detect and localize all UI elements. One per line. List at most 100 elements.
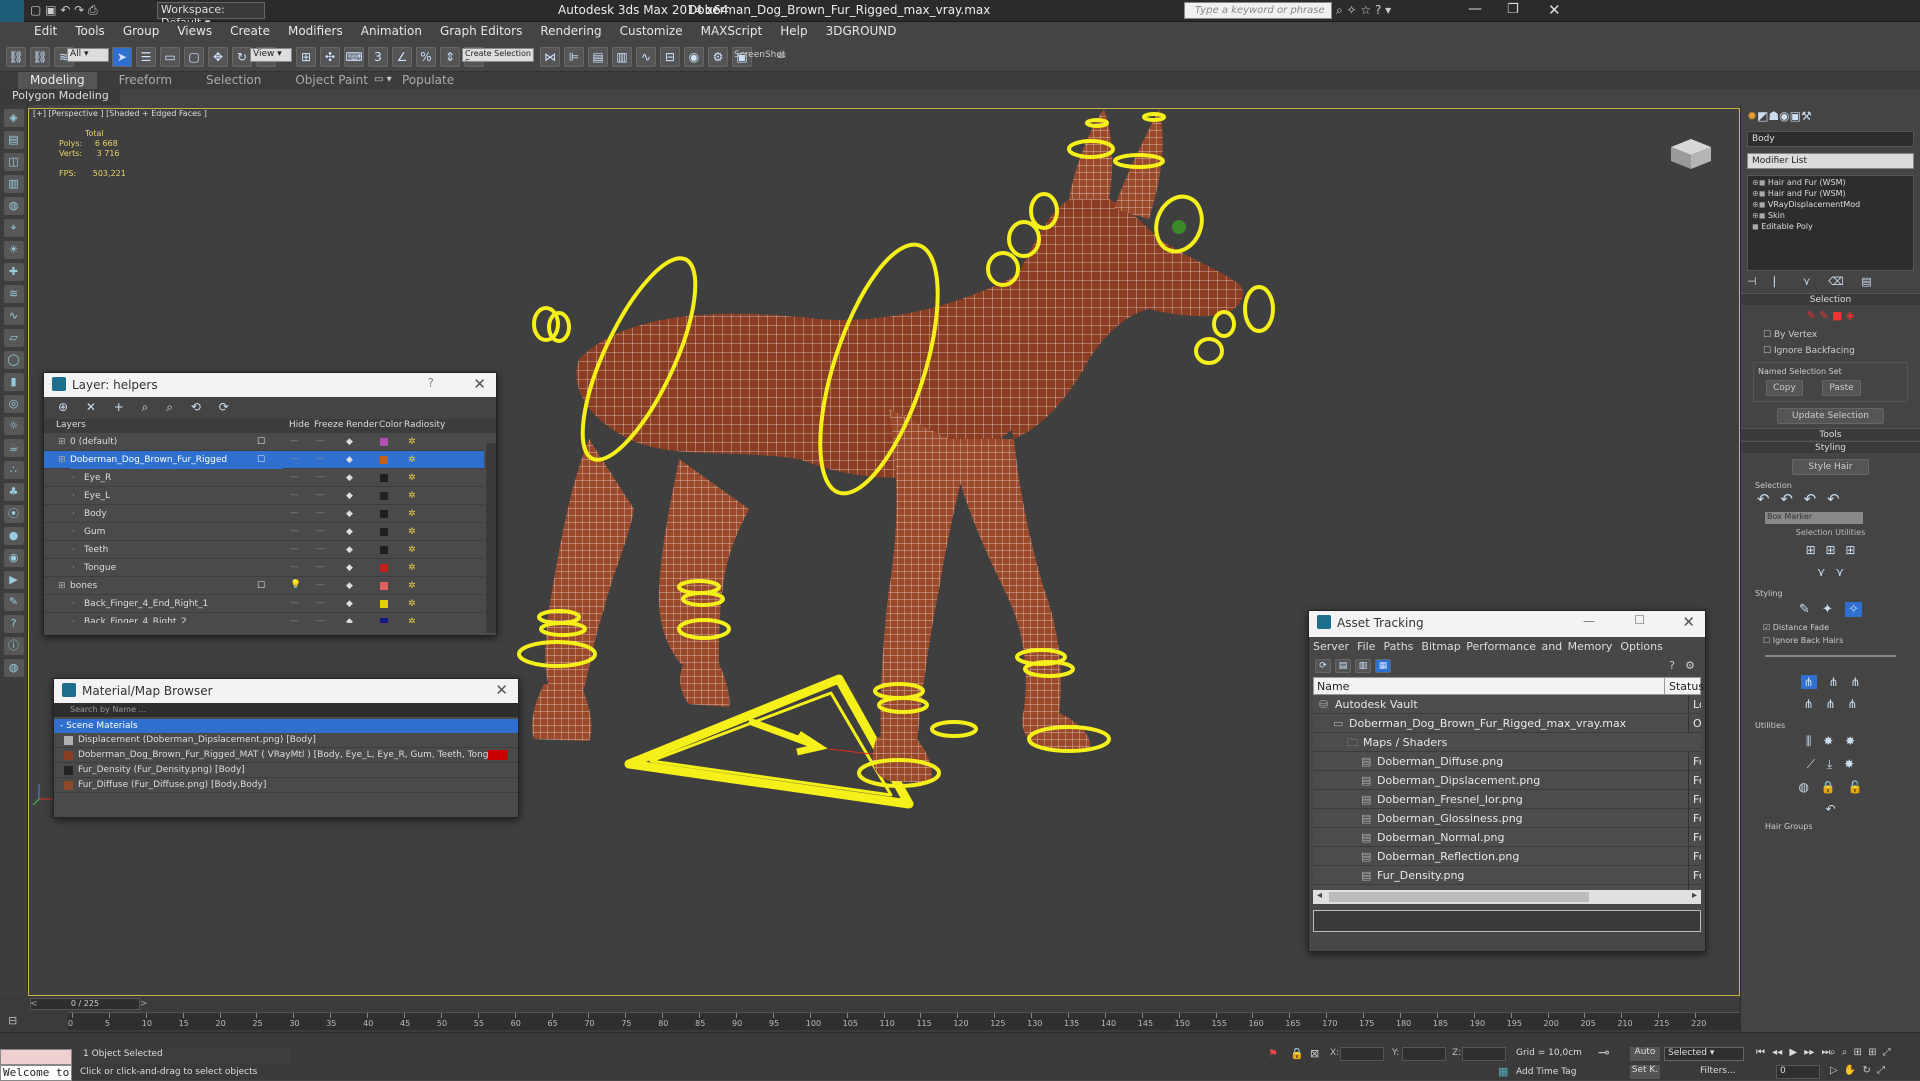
layer-name[interactable]: Eye_L xyxy=(84,487,110,505)
material-item[interactable]: Doberman_Dog_Brown_Fur_Rigged_MAT ( VRay… xyxy=(54,748,518,763)
rotate-icon[interactable]: ↻ xyxy=(232,47,252,67)
hide-toggle-icon[interactable]: — xyxy=(290,612,299,623)
table-view-icon[interactable]: ▦ xyxy=(1375,659,1391,673)
col-color[interactable]: Color xyxy=(379,420,403,430)
box-marker-dropdown[interactable]: Box Marker xyxy=(1765,512,1863,524)
scroll-thumb[interactable] xyxy=(1329,892,1589,902)
layer-manager-window[interactable]: Layer: helpers? ✕ ⊕ ✕ + ⌕ ⌕ ⟲ ⟳ Layers Hi… xyxy=(43,372,497,636)
layer-name[interactable]: Body xyxy=(84,505,107,523)
helper-icon[interactable]: ✚ xyxy=(3,263,24,281)
spinner-snap-icon[interactable]: ⇕ xyxy=(440,47,460,67)
utility-icons-row3[interactable]: ◍ 🔒 🔓 xyxy=(1741,780,1920,794)
asset-row[interactable]: ▤ Doberman_Dipslacement.png Found xyxy=(1313,771,1701,790)
layer-color-swatch[interactable] xyxy=(380,546,388,554)
material-item[interactable]: Fur_Density (Fur_Density.png) [Body] xyxy=(54,763,518,778)
ribbon-tab-object-paint[interactable]: Object Paint xyxy=(283,72,380,89)
pin-stack-icon[interactable]: ⊣ xyxy=(1747,275,1757,288)
create-layer-icon[interactable]: ⊕ xyxy=(58,400,68,414)
styling-rollout-header[interactable]: Styling xyxy=(1741,441,1920,453)
set-key-button[interactable]: Set K. xyxy=(1630,1065,1660,1079)
asset-hscrollbar[interactable]: ◂ ▸ xyxy=(1313,890,1701,904)
globe-icon[interactable]: ◍ xyxy=(3,659,24,677)
copy-button[interactable]: Copy xyxy=(1766,380,1803,396)
modifier-toggle-icon[interactable]: ⊕◼ xyxy=(1752,200,1768,209)
asset-close-icon[interactable]: ✕ xyxy=(1682,613,1695,631)
z-coord-input[interactable] xyxy=(1462,1047,1506,1061)
geometry-icon[interactable]: ▱ xyxy=(3,329,24,347)
hide-toggle-icon[interactable]: — xyxy=(290,433,299,450)
radiosity-icon[interactable]: ✲ xyxy=(408,433,416,451)
teapot-icon[interactable]: ☕ xyxy=(3,439,24,457)
object-name-field[interactable]: Body xyxy=(1747,131,1914,147)
hide-toggle-icon[interactable]: — xyxy=(290,468,299,486)
ignore-backfacing-checkbox[interactable]: ☐ Ignore Backfacing xyxy=(1741,346,1920,356)
col-radiosity[interactable]: Radiosity xyxy=(404,420,445,430)
window-close-icon[interactable]: ✕ xyxy=(1548,1,1561,19)
sphere-icon[interactable]: ◯ xyxy=(3,351,24,369)
viewport-nav-icons-2[interactable]: ▷ ✋ ↻ ⤢ xyxy=(1830,1065,1920,1076)
shape-icon[interactable]: ∿ xyxy=(3,307,24,325)
asset-menu-file[interactable]: File xyxy=(1357,640,1375,653)
layer-name[interactable]: 0 (default) xyxy=(70,433,117,451)
hide-toggle-icon[interactable]: — xyxy=(290,540,299,558)
asset-menu-server[interactable]: Server xyxy=(1313,640,1349,653)
asset-tracking-window[interactable]: Asset Tracking — ☐ ✕ Server File Paths Bitm… xyxy=(1308,610,1706,952)
window-minimize-icon[interactable]: — xyxy=(1468,1,1482,17)
col-name[interactable]: Name xyxy=(1317,680,1349,693)
scroll-left-icon[interactable]: ◂ xyxy=(1317,890,1322,901)
menu-3dground[interactable]: 3DGROUND xyxy=(817,22,906,40)
selection-filter-dropdown[interactable]: All ▾ xyxy=(67,48,109,62)
material-browser-window[interactable]: Material/Map Browser ✕ Search by Name ...… xyxy=(53,678,519,818)
freeze-toggle-icon[interactable]: — xyxy=(316,540,325,558)
material-icon[interactable]: ◉ xyxy=(3,549,24,567)
layer-window-header[interactable]: Layer: helpers? ✕ xyxy=(44,373,496,397)
subobject-icons[interactable]: ✎ ✎ ■ ◈ xyxy=(1741,309,1920,322)
teapot-icon[interactable]: ☕ xyxy=(776,47,787,61)
maxscript-listener-pink[interactable] xyxy=(0,1049,72,1065)
ribbon-tab-modeling[interactable]: Modeling xyxy=(18,72,97,89)
time-tag-icon[interactable]: ▦ xyxy=(1498,1065,1508,1078)
expand-icon[interactable]: · xyxy=(72,523,75,541)
curve-editor-icon[interactable]: ∿ xyxy=(636,47,656,67)
show-end-result-icon[interactable]: ⎸ xyxy=(1774,275,1785,288)
menu-views[interactable]: Views xyxy=(168,22,221,40)
expand-icon[interactable]: · xyxy=(72,613,75,623)
layer-row[interactable]: ⊞ 0 (default) ☐ — — ◆ ✲ xyxy=(44,433,484,451)
layer-name[interactable]: Back_Finger_4_Right_2 xyxy=(84,613,187,623)
render-toggle-icon[interactable]: ◆ xyxy=(346,541,353,559)
paste-button[interactable]: Paste xyxy=(1822,380,1861,396)
material-browser-close-icon[interactable]: ✕ xyxy=(495,681,508,699)
col-hide[interactable]: Hide xyxy=(289,420,310,430)
tree-view-icon[interactable]: ▥ xyxy=(1355,659,1371,673)
spacewarp-icon[interactable]: ≋ xyxy=(3,285,24,303)
ribbon-tab-selection[interactable]: Selection xyxy=(194,72,273,89)
layer-name[interactable]: Doberman_Dog_Brown_Fur_Rigged xyxy=(70,451,284,469)
transform-type-in-icon[interactable]: ⊠ xyxy=(1310,1047,1319,1060)
isolate-icon[interactable]: ⚑ xyxy=(1268,1047,1278,1060)
radiosity-icon[interactable]: ✲ xyxy=(408,469,416,487)
freeze-toggle-icon[interactable]: — xyxy=(316,504,325,522)
select-manipulate-icon[interactable]: ✣ xyxy=(320,47,340,67)
hide-toggle-icon[interactable]: — xyxy=(290,558,299,576)
undo-icon[interactable]: ↶ xyxy=(1741,802,1920,816)
layer-name[interactable]: Gum xyxy=(84,523,105,541)
freeze-toggle-icon[interactable]: — xyxy=(316,486,325,504)
window-restore-icon[interactable]: ❐ xyxy=(1507,2,1519,17)
material-search-input[interactable]: Search by Name ... xyxy=(54,703,518,717)
expand-icon[interactable]: · xyxy=(72,487,75,505)
angle-snap-icon[interactable]: ∠ xyxy=(392,47,412,67)
radiosity-icon[interactable]: ✲ xyxy=(408,451,416,469)
material-item[interactable]: Displacement (Doberman_Dipslacement.png)… xyxy=(54,733,518,748)
help-search-input[interactable]: Type a keyword or phrase xyxy=(1184,2,1332,19)
scene-explorer-icon[interactable]: ◈ xyxy=(3,109,24,127)
styling-tool-icons[interactable]: ✎ ✦ ✧ xyxy=(1741,602,1920,617)
render-toggle-icon[interactable]: ◆ xyxy=(346,451,353,469)
infocenter-icons[interactable]: ⌕ ✧ ☆ ? ▾ xyxy=(1336,3,1391,18)
mini-curve-editor-icon[interactable]: ⊟ xyxy=(8,1014,17,1027)
modifier-toggle-icon[interactable]: ⊕◼ xyxy=(1752,178,1768,187)
help-icon[interactable]: ? xyxy=(428,376,434,390)
modifier-stack-item[interactable]: ⊕◼ Skin xyxy=(1752,211,1909,222)
hide-toggle-icon[interactable]: — xyxy=(290,504,299,522)
material-item[interactable]: Fur_Diffuse (Fur_Diffuse.png) [Body,Body… xyxy=(54,778,518,793)
motion-tab-icon[interactable]: ◉ xyxy=(1779,109,1789,123)
